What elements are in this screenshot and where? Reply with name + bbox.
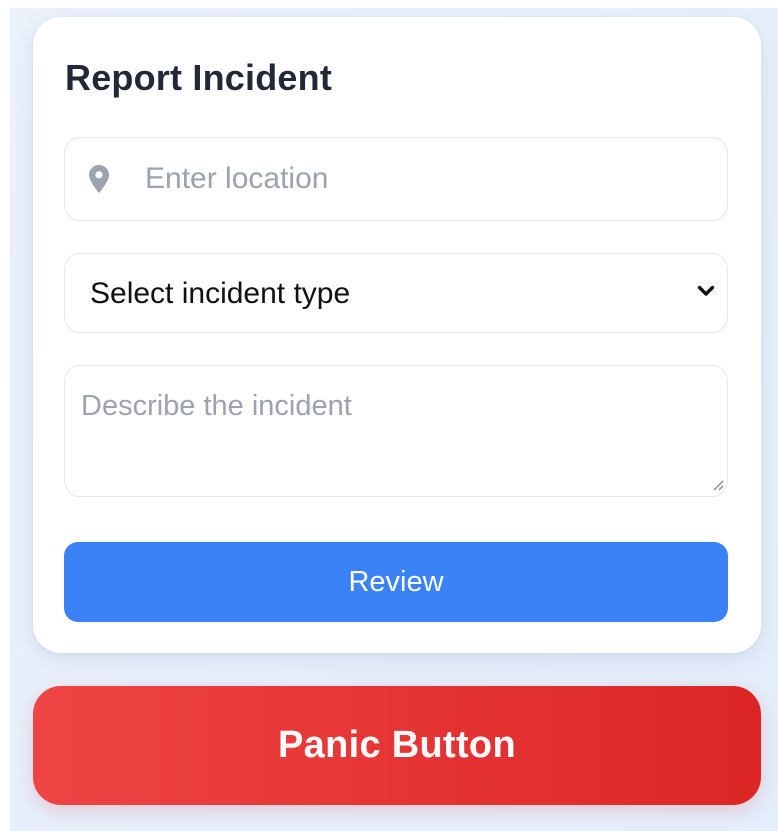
incident-type-selected-value: Select incident type <box>90 277 351 310</box>
incident-type-select[interactable]: Select incident type <box>64 253 728 333</box>
report-incident-card: Report Incident Select incident type Rev… <box>33 17 761 653</box>
card-title: Report Incident <box>65 57 333 98</box>
map-pin-icon <box>89 165 109 193</box>
location-field <box>64 137 728 221</box>
textarea-resize-handle[interactable] <box>712 479 724 491</box>
incident-description-textarea[interactable] <box>64 365 728 497</box>
review-button[interactable]: Review <box>64 542 728 622</box>
chevron-down-icon <box>697 285 715 296</box>
panic-button[interactable]: Panic Button <box>33 686 761 805</box>
location-input[interactable] <box>145 138 715 220</box>
